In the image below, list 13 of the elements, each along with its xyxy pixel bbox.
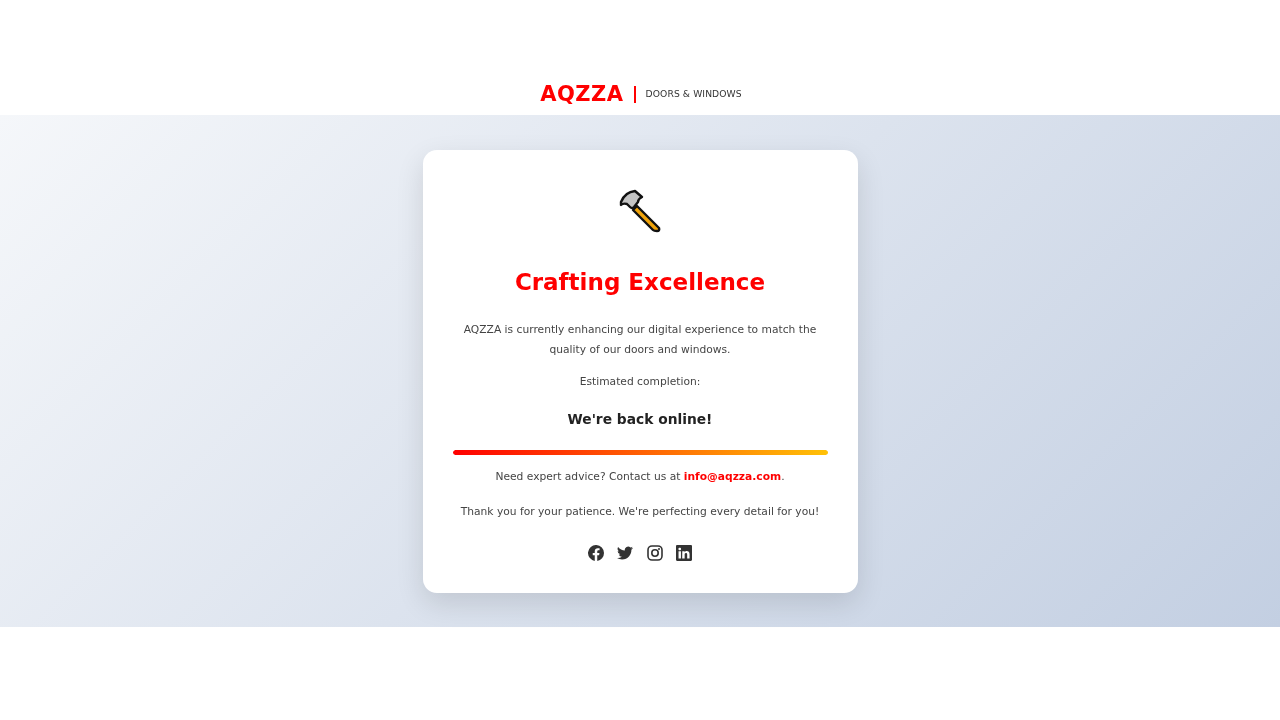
- hammer-icon: [617, 188, 663, 234]
- thanks-text: Thank you for your patience. We're perfecting every detail for you!: [460, 504, 820, 520]
- eta-value: We're back online!: [567, 410, 713, 429]
- tagline-text: DOORS & WINDOWS: [645, 87, 742, 101]
- eta-label: Estimated completion:: [579, 374, 701, 390]
- linkedin-icon[interactable]: [676, 545, 693, 561]
- facebook-icon[interactable]: [587, 545, 604, 561]
- page-title: Crafting Excellence: [514, 268, 766, 297]
- twitter-icon[interactable]: [617, 545, 634, 561]
- logo-text: AQZZA: [540, 81, 624, 107]
- instagram-icon[interactable]: [646, 545, 663, 561]
- contact-text: Need expert advice? Contact us at info@aqzza.com.: [495, 469, 785, 485]
- message-text: AQZZA is currently enhancing our digital experience to match the quality of our doors and windows.: [462, 322, 818, 358]
